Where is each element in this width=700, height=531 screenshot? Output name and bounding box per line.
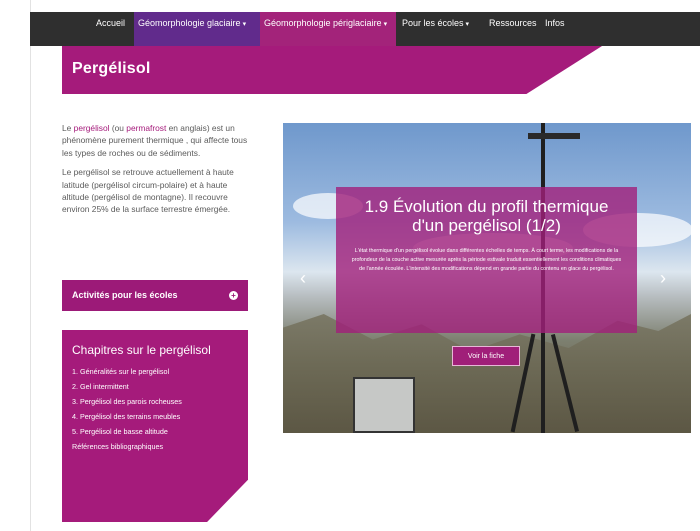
plus-circle-icon: + (229, 291, 238, 300)
slide-caption-text: L'état thermique d'un pergélisol évolue … (351, 248, 622, 272)
slide-caption-title: 1.9 Évolution du profil thermique d'un p… (364, 197, 609, 235)
instrument-box (353, 377, 415, 433)
slider-next-arrow[interactable]: › (660, 268, 666, 289)
chapter-link[interactable]: 1. Généralités sur le pergélisol (72, 364, 238, 379)
slide-caption: 1.9 Évolution du profil thermique d'un p… (336, 187, 637, 333)
nav-home-label: Accueil (96, 18, 126, 28)
slider-prev-arrow[interactable]: ‹ (300, 268, 306, 289)
nav-resources[interactable]: Ressources (485, 12, 541, 46)
page-title: Pergélisol (72, 60, 151, 77)
chapter-link[interactable]: 5. Pergélisol de basse altitude (72, 424, 238, 439)
nav-glacial-label: Géomorphologie glaciaire (138, 18, 241, 28)
chapter-link[interactable]: 3. Pergélisol des parois rocheuses (72, 394, 238, 409)
chapters-panel: Chapitres sur le pergélisol 1. Généralit… (62, 330, 248, 522)
intro-text-run: (ou (109, 123, 127, 133)
page-left-border (0, 0, 31, 531)
nav-glacial-geomorphology[interactable]: Géomorphologie glaciaire ▾ (134, 12, 260, 46)
school-activities-label: Activités pour les écoles (72, 290, 178, 300)
chapter-link[interactable]: 2. Gel intermittent (72, 379, 238, 394)
nav-periglacial-geomorphology[interactable]: Géomorphologie périglaciaire ▾ (260, 12, 396, 46)
anemometer-arm (528, 133, 580, 139)
nav-resources-label: Ressources (489, 18, 537, 28)
intro-text: Le pergélisol (ou permafrost en anglais)… (62, 122, 252, 223)
chevron-down-icon: ▾ (242, 21, 247, 28)
permafrost-link[interactable]: permafrost (126, 123, 166, 133)
nav-infos-label: Infos (545, 18, 565, 28)
intro-text-run: Le (62, 123, 74, 133)
chapters-title: Chapitres sur le pergélisol (72, 343, 211, 357)
nav-schools[interactable]: Pour les écoles ▾ (398, 12, 473, 46)
nav-home[interactable]: Accueil (92, 12, 129, 46)
chevron-down-icon: ▾ (465, 21, 470, 28)
intro-paragraph-2: Le pergélisol se retrouve actuellement à… (62, 167, 234, 215)
chapter-link[interactable]: 4. Pergélisol des terrains meubles (72, 409, 238, 424)
pergelisol-link[interactable]: pergélisol (74, 123, 110, 133)
school-activities-button[interactable]: Activités pour les écoles + (62, 280, 248, 311)
nav-periglacial-label: Géomorphologie périglaciaire (264, 18, 382, 28)
chapter-link[interactable]: Références bibliographiques (72, 439, 238, 454)
nav-schools-label: Pour les écoles (402, 18, 464, 28)
nav-infos[interactable]: Infos (541, 12, 569, 46)
see-sheet-button[interactable]: Voir la fiche (452, 346, 520, 366)
top-navbar: Accueil Géomorphologie glaciaire ▾ Géomor… (30, 12, 700, 46)
chevron-down-icon: ▾ (383, 21, 388, 28)
intro-paragraph-1: Le pergélisol (ou permafrost en anglais)… (62, 122, 252, 159)
